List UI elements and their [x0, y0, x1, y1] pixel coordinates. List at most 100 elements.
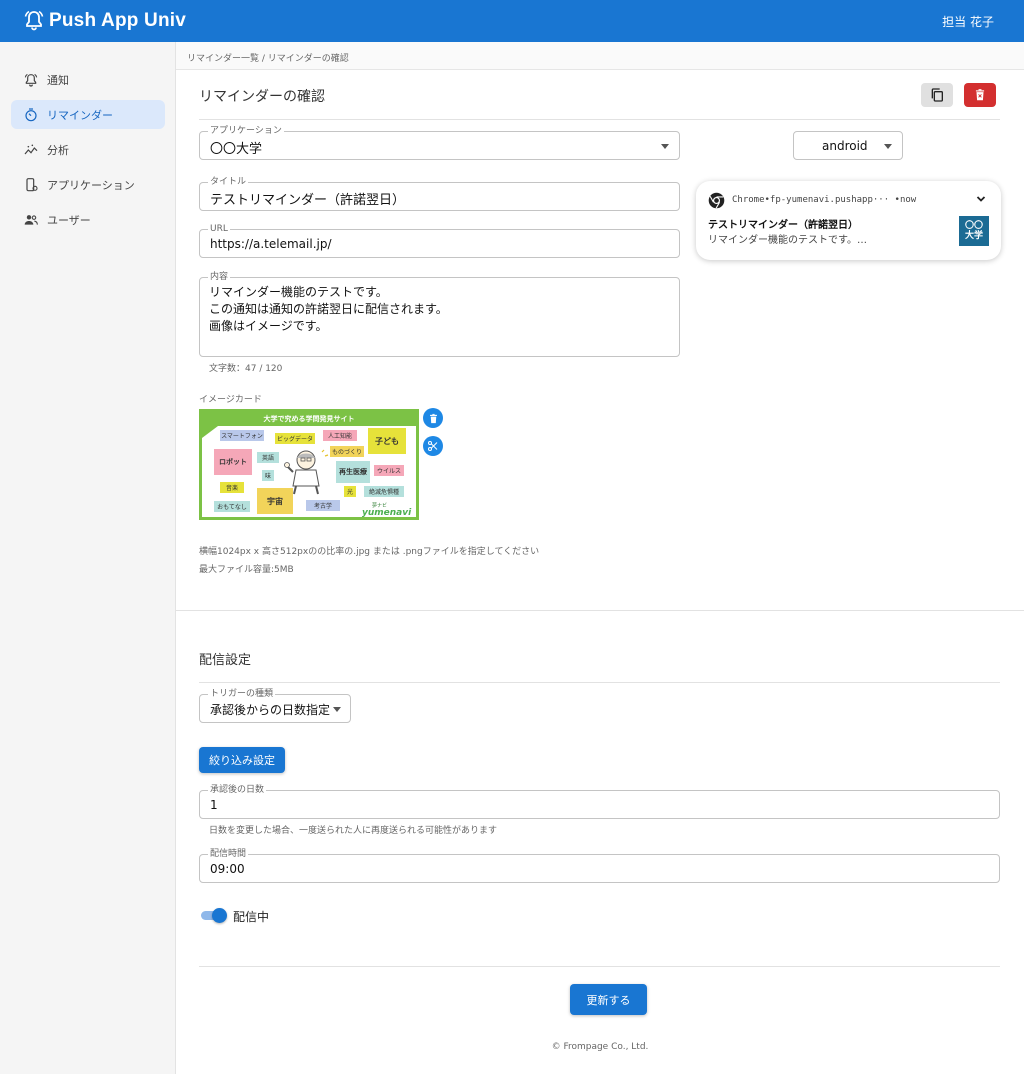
application-label: アプリケーション [208, 125, 284, 137]
image-card-label: イメージカード [199, 395, 262, 405]
sidebar-item-notifications[interactable]: 通知 [11, 65, 165, 94]
professor-illustration [284, 449, 329, 495]
content-line: この通知は通知の許諾翌日に配信されます。 [209, 302, 448, 316]
banner-tag: ロボット [214, 449, 252, 475]
platform-value: android [822, 139, 868, 153]
notification-preview: Chrome•fp-yumenavi.pushapp··· •now テストリマ… [696, 181, 1001, 260]
sidebar-item-applications[interactable]: アプリケーション [11, 170, 165, 199]
app-icon-text: 〇〇 [964, 221, 983, 231]
sidebar-item-label: 通知 [47, 73, 69, 87]
delivery-time-field[interactable]: 配信時間 09:00 [199, 848, 1000, 883]
char-count: 文字数：47 / 120 [209, 364, 283, 374]
banner-tag: 光 [344, 486, 356, 497]
sidebar-item-users[interactable]: ユーザー [11, 205, 165, 234]
banner-tag: 英語 [257, 452, 279, 463]
sidebar-item-label: リマインダー [47, 108, 113, 122]
banner-tag: ウイルス [374, 465, 404, 476]
url-field[interactable]: URL https://a.telemail.jp/ [199, 223, 680, 258]
analytics-icon [24, 144, 38, 154]
time-value: 09:00 [210, 862, 245, 876]
app-title: Push App Univ [49, 10, 187, 31]
image-size-hint: 横幅1024px x 高さ512pxのの比率の.jpg または .pngファイル… [199, 547, 540, 557]
timer-icon [25, 107, 37, 121]
sidebar-item-label: ユーザー [47, 213, 91, 227]
footer-copyright: © Frompage Co., Ltd. [551, 1042, 649, 1052]
delete-forever-icon [975, 89, 985, 101]
filter-settings-button[interactable]: 絞り込み設定 [199, 747, 285, 773]
days-value: 1 [210, 798, 218, 812]
banner-tag: おもてなし [214, 501, 250, 512]
toggle-label: 配信中 [233, 910, 270, 924]
delete-reminder-button[interactable] [964, 83, 996, 107]
banner-tag: ビッグデータ [275, 433, 315, 444]
divider [199, 119, 1000, 120]
banner-header: 大学で究める学問発見サイト [202, 412, 416, 426]
trigger-type-value: 承認後からの日数指定 [210, 703, 331, 717]
title-label: タイトル [208, 176, 249, 188]
banner-tag: 人工知能 [323, 430, 357, 441]
image-filesize-hint: 最大ファイル容量:5MB [199, 565, 294, 575]
banner-tag: スマートフォン [220, 430, 264, 441]
delete-image-button[interactable] [423, 408, 443, 428]
banner-tag: 子ども [368, 428, 406, 454]
caret-down-icon [661, 144, 669, 149]
delivery-section-title: 配信設定 [199, 653, 252, 668]
toggle-thumb [212, 908, 227, 923]
app-bar: Push App Univ 担当 花子 [0, 0, 1024, 42]
content-line: 画像はイメージです。 [209, 319, 328, 333]
image-card-preview: 大学で究める学問発見サイト スマートフォン ビッグデータ 人工知能 子ども もの… [199, 409, 419, 520]
bell-icon [24, 73, 38, 87]
content-textarea[interactable]: 内容 リマインダー機能のテストです。 この通知は通知の許諾翌日に配信されます。 … [199, 271, 680, 357]
breadcrumb[interactable]: リマインダー一覧 / リマインダーの確認 [176, 42, 1024, 70]
yumenavi-logo: yumenavi [362, 508, 412, 518]
banner-tag: 考古学 [306, 500, 340, 511]
divider [199, 966, 1000, 967]
days-helper: 日数を変更した場合、一度送られた人に再度送られる可能性があります [209, 826, 498, 836]
copy-button[interactable] [921, 83, 953, 107]
update-button[interactable]: 更新する [570, 984, 647, 1015]
banner-tag: 再生医療 [336, 461, 370, 483]
sidebar: 通知 リマインダー 分析 アプリケーション ユーザー [0, 42, 176, 1074]
divider [199, 682, 1000, 683]
delivery-toggle[interactable] [199, 907, 229, 923]
copy-icon [931, 88, 943, 102]
banner-tag: 音楽 [220, 482, 244, 493]
app-icon: 〇〇 大学 [959, 216, 989, 246]
banner-tag: ものづくり [330, 446, 364, 457]
sidebar-item-analytics[interactable]: 分析 [11, 135, 165, 164]
days-after-approval-field[interactable]: 承認後の日数 1 [199, 784, 1000, 819]
caret-down-icon [333, 707, 341, 712]
section-divider [176, 610, 1024, 611]
notification-source: Chrome•fp-yumenavi.pushapp··· •now [732, 195, 917, 205]
sidebar-item-label: アプリケーション [47, 178, 135, 192]
page-title: リマインダーの確認 [199, 89, 325, 105]
trigger-type-label: トリガーの種類 [208, 688, 276, 700]
content-text: リマインダー機能のテストです。 この通知は通知の許諾翌日に配信されます。 画像は… [209, 284, 448, 335]
banner-tag: 絶滅危惧種 [364, 486, 404, 497]
content-line: リマインダー機能のテストです。 [209, 285, 388, 299]
sidebar-item-reminders[interactable]: リマインダー [11, 100, 165, 129]
chevron-down-icon[interactable] [976, 195, 986, 203]
url-value: https://a.telemail.jp/ [210, 237, 332, 251]
brand[interactable]: Push App Univ [22, 9, 186, 33]
platform-select[interactable]: android [793, 131, 903, 160]
notification-title: テストリマインダー（許諾翌日） [708, 220, 858, 231]
app-icon-text: 大学 [964, 231, 983, 241]
user-name[interactable]: 担当 花子 [942, 13, 994, 30]
days-label: 承認後の日数 [208, 784, 267, 796]
people-icon [24, 214, 38, 225]
application-select[interactable]: アプリケーション 〇〇大学 [199, 125, 680, 160]
trash-icon [429, 413, 437, 423]
title-value: テストリマインダー（許諾翌日） [210, 193, 406, 208]
notification-body: リマインダー機能のテストです。… [708, 235, 867, 246]
sidebar-item-label: 分析 [47, 143, 69, 157]
crop-image-button[interactable] [423, 436, 443, 456]
application-value: 〇〇大学 [210, 142, 263, 157]
time-label: 配信時間 [208, 848, 249, 860]
title-field[interactable]: タイトル テストリマインダー（許諾翌日） [199, 176, 680, 211]
caret-down-icon [884, 144, 892, 149]
scissors-icon [428, 441, 438, 451]
chrome-icon [708, 192, 725, 209]
trigger-type-select[interactable]: トリガーの種類 承認後からの日数指定 [199, 688, 351, 723]
banner-tag: 味 [262, 470, 274, 481]
